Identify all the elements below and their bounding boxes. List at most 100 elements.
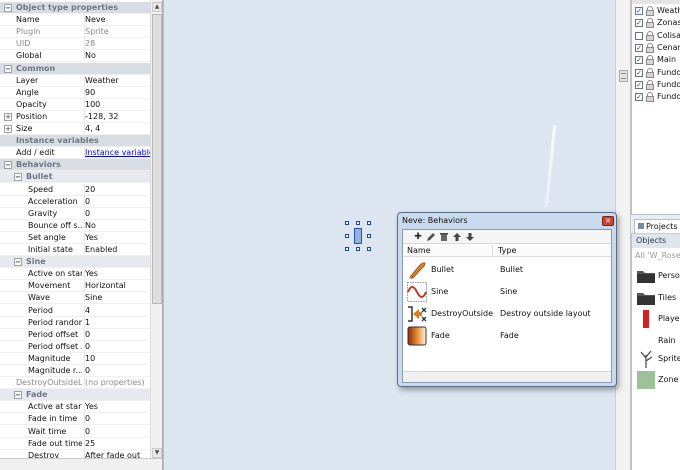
collapse-icon[interactable]: − <box>14 173 22 182</box>
resize-handle-n[interactable] <box>356 221 360 225</box>
property-row-plugin[interactable]: Plugin Sprite <box>0 26 150 39</box>
property-value[interactable]: No <box>84 50 150 62</box>
tab-projects[interactable]: Projects <box>634 219 680 233</box>
scrollbar-thumb[interactable] <box>152 14 162 304</box>
layer-row[interactable]: Colisa <box>635 30 680 42</box>
property-row-layer[interactable]: Layer Weather <box>0 74 150 87</box>
collapse-icon[interactable]: − <box>4 161 12 170</box>
property-row-position[interactable]: + Position -128, 32 <box>0 110 150 123</box>
category-fade[interactable]: − Fade <box>0 389 150 402</box>
property-row-period-offset[interactable]: Period offset ...0 <box>0 340 150 353</box>
behavior-row-sine[interactable]: Sine Sine <box>403 281 611 303</box>
sprite-body[interactable] <box>354 228 362 244</box>
property-row-wave[interactable]: Wave Sine <box>0 292 150 305</box>
property-row-size[interactable]: + Size 4, 4 <box>0 123 150 135</box>
property-value[interactable]: 0 <box>84 195 150 207</box>
property-row-acceleration[interactable]: Acceleration 0 <box>0 195 150 208</box>
property-row-fade-in-time[interactable]: Fade in time 0 <box>0 413 150 426</box>
property-value[interactable]: 0 <box>84 340 150 352</box>
property-value[interactable]: Neve <box>84 14 150 26</box>
property-row-speed[interactable]: Speed 20 <box>0 183 150 196</box>
layer-visibility-checkbox[interactable]: ✓ <box>635 43 643 52</box>
property-value[interactable]: 100 <box>84 98 150 110</box>
property-value[interactable]: 0 <box>84 207 150 219</box>
property-row-fade-out-time[interactable]: Fade out time 25 <box>0 437 150 450</box>
behavior-row-destroy-outside[interactable]: DestroyOutsideLa... Destroy outside layo… <box>403 303 611 325</box>
property-row-movement[interactable]: Movement Horizontal <box>0 280 150 293</box>
category-common[interactable]: − Common <box>0 62 150 75</box>
layer-row[interactable]: ✓ Fundo <box>635 79 680 91</box>
properties-scrollbar[interactable]: ▲ ▼ <box>150 0 162 470</box>
lock-icon[interactable] <box>646 6 654 16</box>
property-value[interactable]: 0 <box>84 365 150 376</box>
layer-row[interactable]: ✓ Zonas <box>635 17 680 29</box>
collapse-icon[interactable]: − <box>14 258 22 267</box>
property-value[interactable]: -128, 32 <box>84 110 150 122</box>
layer-visibility-checkbox[interactable]: ✓ <box>635 68 643 77</box>
lock-icon[interactable] <box>646 79 654 90</box>
category-behaviors[interactable]: − Behaviors <box>0 159 150 172</box>
property-value[interactable]: 4, 4 <box>84 123 150 134</box>
add-icon[interactable]: ✚ <box>413 232 423 242</box>
edit-icon[interactable] <box>426 232 436 242</box>
layer-visibility-checkbox[interactable]: ✓ <box>635 80 643 89</box>
property-value[interactable]: 0 <box>84 413 150 425</box>
resize-handle-ne[interactable] <box>367 221 371 225</box>
behavior-row-bullet[interactable]: Bullet Bullet <box>403 259 611 281</box>
property-row-destroyoutsidela[interactable]: DestroyOutsideLa...(no properties) <box>0 377 150 390</box>
close-icon[interactable]: ✕ <box>602 216 614 226</box>
property-row-global[interactable]: Global No <box>0 50 150 63</box>
delete-icon[interactable] <box>439 232 449 242</box>
property-value[interactable]: Sine <box>84 292 150 304</box>
collapse-icon[interactable]: − <box>4 4 12 12</box>
property-value[interactable]: Yes <box>84 268 150 280</box>
behavior-row-fade[interactable]: Fade Fade <box>403 325 611 347</box>
expand-icon[interactable]: + <box>4 125 12 133</box>
canvas-scrollbar[interactable] <box>615 0 631 470</box>
property-row-add-edit[interactable]: Add / edit Instance variables <box>0 147 150 160</box>
layer-visibility-checkbox[interactable]: ✓ <box>635 19 643 28</box>
property-row-period-offset[interactable]: Period offset 0 <box>0 328 150 341</box>
scroll-down-arrow-icon[interactable]: ▼ <box>152 448 162 458</box>
property-row-name[interactable]: Name Neve <box>0 14 150 27</box>
scroll-up-arrow-icon[interactable]: ▲ <box>152 2 162 12</box>
move-down-icon[interactable] <box>465 232 475 242</box>
instance-variables-link[interactable]: Instance variables <box>84 147 150 159</box>
objects-filter[interactable]: All 'W_Roses' <box>635 250 680 262</box>
expand-icon[interactable]: + <box>4 112 12 121</box>
property-value[interactable]: (no properties) <box>84 377 150 389</box>
selected-sprite-neve[interactable] <box>345 221 371 251</box>
lock-icon[interactable] <box>646 18 654 29</box>
layer-visibility-checkbox[interactable]: ✓ <box>635 56 643 65</box>
layer-visibility-checkbox[interactable]: ✓ <box>635 93 643 102</box>
resize-handle-sw[interactable] <box>345 247 349 251</box>
property-value[interactable]: 20 <box>84 183 150 195</box>
property-row-period[interactable]: Period 4 <box>0 304 150 317</box>
category-object-type-properties[interactable]: − Object type properties <box>0 2 150 14</box>
category-bullet[interactable]: − Bullet <box>0 171 150 184</box>
property-row-opacity[interactable]: Opacity 100 <box>0 98 150 111</box>
lock-icon[interactable] <box>646 30 654 41</box>
property-row-wait-time[interactable]: Wait time 0 <box>0 425 150 438</box>
resize-handle-w[interactable] <box>345 234 349 238</box>
property-value[interactable]: Sprite <box>84 26 150 38</box>
resize-handle-s[interactable] <box>356 247 360 251</box>
layer-visibility-checkbox[interactable]: ✓ <box>635 7 643 15</box>
property-value[interactable]: 90 <box>84 86 150 98</box>
property-value[interactable]: Yes <box>84 401 150 413</box>
resize-handle-e[interactable] <box>367 234 371 238</box>
property-row-active-on-start[interactable]: Active on start Yes <box>0 268 150 281</box>
property-value[interactable]: Enabled <box>84 244 150 255</box>
property-row-period-random[interactable]: Period random 1 <box>0 316 150 329</box>
property-row-initial-state[interactable]: Initial state Enabled <box>0 244 150 256</box>
resize-handle-nw[interactable] <box>345 221 349 225</box>
property-value[interactable]: Weather <box>84 74 150 86</box>
category-sine[interactable]: − Sine <box>0 256 150 269</box>
property-value[interactable]: 10 <box>84 352 150 364</box>
property-value[interactable]: 28 <box>84 38 150 50</box>
resize-handle-se[interactable] <box>367 247 371 251</box>
property-value[interactable]: Yes <box>84 231 150 243</box>
lock-icon[interactable] <box>646 42 654 53</box>
layer-row[interactable]: ✓ Weath <box>635 5 680 17</box>
lock-icon[interactable] <box>646 92 654 103</box>
